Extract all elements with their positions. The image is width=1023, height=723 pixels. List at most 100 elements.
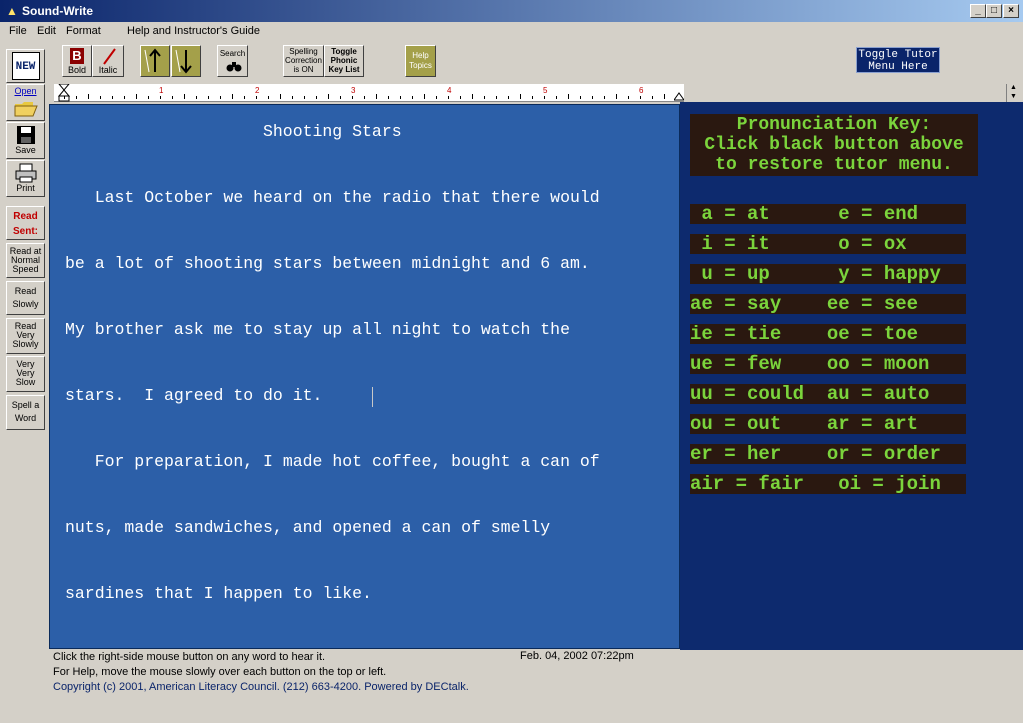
toggle-phonic-key-button[interactable]: Toggle Phonic Key List [324, 45, 364, 77]
very-very-line3: Slow [15, 377, 36, 387]
status-hint-help: For Help, move the mouse slowly over eac… [53, 666, 387, 678]
document-line: Last October we heard on the radio that … [65, 188, 600, 207]
ruler-tick [364, 96, 365, 99]
right-margin-marker-icon [674, 92, 684, 101]
pronunciation-row: air = fair oi = join [690, 474, 966, 494]
ruler-tick [352, 96, 353, 99]
menu-file[interactable]: File [9, 25, 27, 37]
ruler[interactable]: 1 2 3 4 5 6 [54, 84, 684, 102]
ruler-tick [532, 96, 533, 99]
speak-down-button[interactable] [171, 45, 201, 77]
tutor-line1: Toggle Tutor [858, 49, 938, 61]
spelling-correction-button[interactable]: Spelling Correction is ON [283, 45, 324, 77]
ruler-tick [160, 96, 161, 99]
ruler-number: 5 [543, 86, 548, 95]
scroll-down-icon: ▼ [1010, 93, 1017, 100]
heading-line1: Pronunciation Key: [736, 115, 932, 135]
read-very-slowly-button[interactable]: Read Very Slowly [6, 318, 45, 354]
menu-edit[interactable]: Edit [37, 25, 56, 37]
italic-button[interactable]: Italic [92, 45, 124, 77]
heading-line3: to restore tutor menu. [715, 155, 953, 175]
italic-label: Italic [98, 65, 118, 75]
pronunciation-row: a = at e = end [690, 204, 966, 224]
read-slowly-button[interactable]: Read Slowly [6, 281, 45, 315]
read-normal-speed-button[interactable]: Read at Normal Speed [6, 243, 45, 278]
pronunciation-row: ou = out ar = art [690, 414, 966, 434]
toggle-phonic-line1: Toggle [331, 47, 357, 56]
document-line: stars. I agreed to do it. [65, 386, 323, 405]
maximize-button[interactable]: □ [986, 4, 1002, 18]
pronunciation-row: u = up y = happy [690, 264, 966, 284]
help-topics-button[interactable]: Help Topics [405, 45, 436, 77]
ruler-tick [292, 96, 293, 99]
menu-help-guide[interactable]: Help and Instructor's Guide [127, 25, 260, 37]
pronunciation-key-heading: Pronunciation Key: Click black button ab… [690, 114, 978, 176]
read-sent-line2: Sent: [13, 226, 38, 237]
window-title: Sound-Write [22, 4, 94, 18]
italic-icon [103, 48, 116, 65]
ruler-tick [328, 94, 329, 99]
ruler-tick [616, 94, 617, 99]
status-hint-word: Click the right-side mouse button on any… [53, 651, 326, 663]
pronunciation-row: er = her or = order [690, 444, 966, 464]
date-time: Feb. 04, 2002 07:22pm [520, 650, 634, 662]
ruler-tick [460, 96, 461, 99]
heading-line2: Click black button above [704, 135, 964, 155]
ruler-tick [388, 96, 389, 99]
ruler-tick [64, 96, 65, 99]
text-caret [372, 387, 373, 407]
ruler-tick [664, 94, 665, 99]
ruler-tick [556, 96, 557, 99]
ruler-tick [268, 96, 269, 99]
printer-icon [15, 163, 36, 183]
document-line: sardines that I happen to like. [65, 584, 372, 603]
right-scroll-buttons[interactable]: ▲ ▼ [1006, 84, 1023, 102]
new-button[interactable]: NEW [6, 49, 45, 83]
document-editor[interactable]: Shooting Stars Last October we heard on … [49, 104, 680, 649]
pronunciation-key-panel: Pronunciation Key: Click black button ab… [680, 102, 1023, 650]
ruler-tick [184, 94, 185, 99]
search-label: Search [219, 49, 246, 58]
ruler-tick [496, 96, 497, 99]
ruler-tick [304, 96, 305, 99]
spell-line2: Word [14, 413, 37, 423]
ruler-tick [424, 94, 425, 99]
open-button[interactable]: Open [6, 84, 45, 121]
ruler-number: 4 [447, 86, 452, 95]
ruler-tick [208, 96, 209, 99]
ruler-tick [196, 96, 197, 99]
ruler-number: 2 [255, 86, 260, 95]
toggle-phonic-line2: Phonic [330, 56, 358, 65]
ruler-tick [580, 96, 581, 99]
pronunciation-row: ie = tie oe = toe [690, 324, 966, 344]
ruler-tick [508, 96, 509, 99]
ruler-tick [280, 94, 281, 99]
toggle-tutor-menu-button[interactable]: Toggle Tutor Menu Here [856, 47, 940, 73]
search-button[interactable]: Search [217, 45, 248, 77]
save-label: Save [15, 145, 36, 155]
ruler-tick [220, 96, 221, 99]
read-sentence-button[interactable]: Read Sent: [6, 206, 45, 240]
close-button[interactable]: × [1003, 4, 1019, 18]
pronunciation-row: ue = few oo = moon [690, 354, 966, 374]
very-very-slow-button[interactable]: Very Very Slow [6, 356, 45, 392]
ruler-tick [232, 94, 233, 99]
binoculars-icon [226, 62, 242, 72]
minimize-button[interactable]: _ [970, 4, 986, 18]
bold-label: Bold [67, 65, 86, 75]
speak-up-button[interactable] [140, 45, 170, 77]
toggle-phonic-line3: Key List [328, 65, 360, 74]
document-line: For preparation, I made hot coffee, boug… [65, 452, 600, 471]
ruler-tick [400, 96, 401, 99]
spell-word-button[interactable]: Spell a Word [6, 395, 45, 430]
tutor-line2: Menu Here [868, 61, 928, 73]
save-button[interactable]: Save [6, 122, 45, 159]
ruler-tick [148, 96, 149, 99]
pronunciation-row: ae = say ee = see [690, 294, 966, 314]
print-button[interactable]: Print [6, 160, 45, 197]
ruler-tick [520, 94, 521, 99]
bold-button[interactable]: B Bold [62, 45, 92, 77]
menu-format[interactable]: Format [66, 25, 101, 37]
ruler-number: 6 [639, 86, 644, 95]
ruler-number: 1 [159, 86, 164, 95]
